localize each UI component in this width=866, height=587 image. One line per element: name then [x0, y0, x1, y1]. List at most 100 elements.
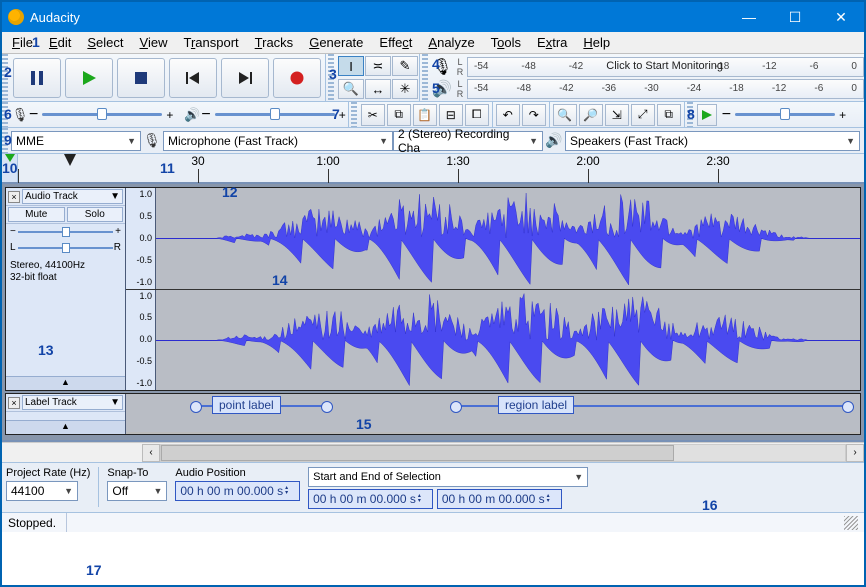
menu-generate[interactable]: Generate — [301, 33, 371, 52]
waveform-right-channel[interactable]: 1.00.50.0-0.5-1.0 — [126, 290, 860, 391]
cut-button[interactable]: ✂ — [361, 104, 385, 126]
zoom-out-button[interactable]: 🔎 — [579, 104, 603, 126]
label-track: × Label Track▼ ▲ point label region labe… — [5, 393, 861, 435]
track-collapse-button[interactable]: ▲ — [6, 420, 125, 434]
copy-button[interactable]: ⧉ — [387, 104, 411, 126]
menu-tracks[interactable]: Tracks — [247, 33, 302, 52]
play-button[interactable] — [65, 58, 113, 98]
menu-transport[interactable]: Transport — [175, 33, 246, 52]
scroll-track[interactable] — [160, 444, 846, 462]
pause-button[interactable] — [13, 58, 61, 98]
rec-meter-lr: LR — [453, 57, 467, 77]
play-at-speed-button[interactable] — [697, 104, 717, 126]
selection-end-field[interactable]: 00 h 00 m 00.000 s▴▾ — [437, 489, 562, 509]
vertical-scale[interactable]: 1.00.50.0-0.5-1.0 — [126, 290, 156, 391]
scroll-thumb[interactable] — [161, 445, 674, 461]
fit-project-button[interactable]: ⤢ — [631, 104, 655, 126]
recording-device-combo[interactable]: Microphone (Fast Track)▼ — [163, 131, 393, 151]
track-control-panel: × Audio Track▼ Mute Solo −+ LR Stereo, 4… — [6, 188, 126, 390]
tracks-panel: × Audio Track▼ Mute Solo −+ LR Stereo, 4… — [2, 184, 864, 442]
playback-speed-slider[interactable]: −+ — [722, 106, 846, 124]
menu-tools[interactable]: Tools — [483, 33, 529, 52]
project-rate-combo[interactable]: 44100▼ — [6, 481, 78, 501]
grip[interactable] — [422, 54, 428, 101]
scroll-right-button[interactable]: › — [846, 444, 864, 462]
label-track-body[interactable]: point label region label — [126, 394, 860, 432]
device-toolbar: MME▼ 🎙 Microphone (Fast Track)▼ 2 (Stere… — [2, 128, 864, 154]
resize-grip[interactable] — [844, 516, 858, 530]
point-label[interactable]: point label — [212, 396, 281, 414]
track-pan-slider[interactable]: LR — [10, 242, 121, 254]
region-label[interactable]: region label — [498, 396, 574, 414]
zoom-tool[interactable]: 🔍 — [338, 79, 364, 99]
grip[interactable] — [328, 54, 334, 101]
maximize-button[interactable]: ☐ — [772, 2, 818, 32]
grip[interactable] — [2, 102, 8, 127]
solo-button[interactable]: Solo — [67, 207, 124, 222]
grip[interactable] — [2, 54, 8, 101]
fit-selection-button[interactable]: ⇲ — [605, 104, 629, 126]
menu-edit[interactable]: Edit — [41, 33, 79, 52]
menu-view[interactable]: View — [132, 33, 176, 52]
playhead-icon[interactable] — [64, 154, 76, 166]
grip[interactable] — [2, 128, 8, 153]
minimize-button[interactable]: — — [726, 2, 772, 32]
menu-analyze[interactable]: Analyze — [420, 33, 482, 52]
menu-file[interactable]: File — [4, 33, 41, 52]
timeline[interactable]: 301:001:302:002:30 — [2, 154, 864, 184]
menu-extra[interactable]: Extra — [529, 33, 575, 52]
track-menu-button[interactable]: Label Track▼ — [22, 395, 123, 410]
undo-button[interactable]: ↶ — [496, 104, 520, 126]
track-close-button[interactable]: × — [8, 191, 20, 203]
scroll-left-button[interactable]: ‹ — [142, 444, 160, 462]
close-button[interactable]: ✕ — [818, 2, 864, 32]
timeshift-tool[interactable]: ↔ — [365, 79, 391, 99]
recording-volume-slider[interactable]: −+ — [29, 106, 173, 124]
selection-mode-combo[interactable]: Start and End of Selection▼ — [308, 467, 588, 487]
selection-tool[interactable]: I — [338, 56, 364, 76]
menu-select[interactable]: Select — [79, 33, 131, 52]
grip[interactable] — [687, 102, 693, 127]
track-collapse-button[interactable]: ▲ — [6, 376, 125, 390]
audio-position-label: Audio Position — [175, 467, 300, 479]
record-button[interactable] — [273, 58, 321, 98]
multi-tool[interactable]: ✳ — [392, 79, 418, 99]
skip-end-button[interactable] — [221, 58, 269, 98]
label-point-handle[interactable] — [190, 400, 202, 418]
selection-start-field[interactable]: 00 h 00 m 00.000 s▴▾ — [308, 489, 433, 509]
grip[interactable] — [351, 102, 357, 127]
paste-button[interactable]: 📋 — [413, 104, 437, 126]
redo-button[interactable]: ↷ — [522, 104, 546, 126]
label-region-start-handle[interactable] — [450, 400, 462, 418]
mute-button[interactable]: Mute — [8, 207, 65, 222]
snap-to-combo[interactable]: Off▼ — [107, 481, 167, 501]
track-gain-slider[interactable]: −+ — [10, 226, 121, 238]
skip-start-button[interactable] — [169, 58, 217, 98]
trim-button[interactable]: ⊟ — [439, 104, 463, 126]
rec-meter-icon[interactable]: 🎙 — [431, 57, 453, 77]
zoom-in-button[interactable]: 🔍 — [553, 104, 577, 126]
zoom-toggle-button[interactable]: ⧉ — [657, 104, 681, 126]
vertical-scale[interactable]: 1.00.50.0-0.5-1.0 — [126, 188, 156, 289]
menu-help[interactable]: Help — [575, 33, 618, 52]
track-menu-button[interactable]: Audio Track▼ — [22, 189, 123, 204]
recording-channels-combo[interactable]: 2 (Stereo) Recording Cha▼ — [393, 131, 543, 151]
play-meter-icon[interactable]: 🔊 — [431, 79, 453, 99]
draw-tool[interactable]: ✎ — [392, 56, 418, 76]
label-point-handle[interactable] — [321, 400, 333, 418]
time-ruler[interactable]: 301:001:302:002:30 — [18, 154, 864, 182]
label-region-end-handle[interactable] — [842, 400, 854, 418]
waveform-left-channel[interactable]: 1.00.50.0-0.5-1.0 — [126, 188, 860, 290]
menu-effect[interactable]: Effect — [371, 33, 420, 52]
envelope-tool[interactable]: ≍ — [365, 56, 391, 76]
recording-meter[interactable]: -54-48-42-18-12-60 Click to Start Monito… — [467, 57, 864, 77]
track-close-button[interactable]: × — [8, 397, 20, 409]
playback-meter[interactable]: -54-48-42-36-30-24-18-12-60 — [467, 79, 864, 99]
stop-button[interactable] — [117, 58, 165, 98]
playback-volume-slider[interactable]: −+ — [201, 106, 345, 124]
silence-button[interactable]: ⧠ — [465, 104, 489, 126]
audio-position-field[interactable]: 00 h 00 m 00.000 s▴▾ — [175, 481, 300, 501]
pin-button[interactable] — [2, 154, 18, 182]
audio-host-combo[interactable]: MME▼ — [11, 131, 141, 151]
playback-device-combo[interactable]: Speakers (Fast Track)▼ — [565, 131, 860, 151]
